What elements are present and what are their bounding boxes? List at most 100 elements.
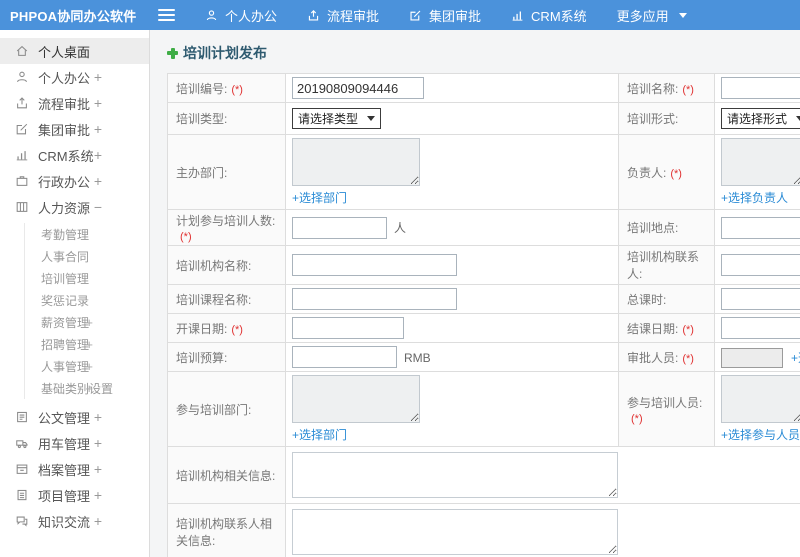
field-label: 审批人员: [627, 350, 679, 365]
sidebar-item-document-mgmt[interactable]: 公文管理 + [0, 404, 149, 430]
sidebar-item-project-mgmt[interactable]: 项目管理 + [0, 482, 149, 508]
expand-icon[interactable]: + [94, 121, 102, 137]
expand-icon[interactable]: + [85, 381, 93, 396]
upload-icon [14, 95, 30, 111]
sidebar-subitem-recruit-mgmt[interactable]: 招聘管理 + [25, 333, 149, 355]
field-label: 负责人: [627, 165, 667, 180]
row-orgname-orgcontact: 培训机构名称: 培训机构联系人: [167, 245, 800, 285]
sidebar-subitem-training-mgmt[interactable]: 培训管理 [25, 267, 149, 289]
topmenu-more-apps[interactable]: 更多应用 [617, 6, 687, 25]
expand-icon[interactable]: + [85, 315, 93, 330]
required-mark: (*) [180, 231, 192, 243]
expand-icon[interactable]: + [94, 461, 102, 477]
sidebar-item-personal-desktop[interactable]: 个人桌面 [0, 38, 149, 64]
field-label: 培训机构联系人: [627, 250, 700, 281]
row-count-location: 计划参与培训人数: (*) 人 培训地点: [167, 209, 800, 246]
bar-chart-icon [511, 9, 524, 22]
expand-icon[interactable]: + [94, 95, 102, 111]
row-joindept-joinpeople: 参与培训部门: +选择部门 参与培训人员: (*) +选择参与人员 [167, 371, 800, 447]
training-type-select[interactable]: 请选择类型 [292, 108, 382, 129]
expand-icon[interactable]: + [94, 435, 102, 451]
sidebar-item-personal-office[interactable]: 个人办公 + [0, 64, 149, 90]
select-join-people-link[interactable]: +选择参与人员 [721, 426, 800, 443]
leader-textarea[interactable] [721, 138, 800, 186]
home-icon [14, 43, 30, 59]
org-name-input[interactable] [292, 254, 457, 276]
org-info-textarea[interactable] [292, 452, 618, 498]
join-people-textarea[interactable] [721, 375, 800, 423]
sidebar-item-knowledge-exchange[interactable]: 知识交流 + [0, 508, 149, 534]
edit-icon [409, 9, 422, 22]
org-contact-input[interactable] [721, 254, 800, 276]
planned-count-input[interactable] [292, 216, 387, 239]
location-input[interactable] [721, 216, 800, 239]
field-label: 培训名称: [627, 81, 679, 96]
select-arrow-icon [367, 116, 376, 121]
topmenu-personal-office[interactable]: 个人办公 [205, 6, 277, 25]
hamburger-icon[interactable] [158, 6, 175, 24]
expand-icon[interactable]: + [85, 359, 93, 374]
top-menu: 个人办公 流程审批 集团审批 CRM系统 更多应用 [205, 6, 687, 25]
end-date-input[interactable] [721, 317, 800, 339]
field-label: 计划参与培训人数: [176, 214, 276, 228]
training-name-input[interactable] [721, 77, 800, 99]
field-label: 总课时: [627, 292, 667, 307]
row-dates: 开课日期: (*) 结课日期: (*) [167, 313, 800, 343]
total-hours-input[interactable] [721, 288, 800, 310]
topmenu-workflow-approval[interactable]: 流程审批 [307, 6, 379, 25]
select-arrow-icon [796, 116, 800, 121]
sidebar-item-archive-mgmt[interactable]: 档案管理 + [0, 456, 149, 482]
training-number-input[interactable] [292, 77, 424, 99]
select-approver-link[interactable]: +选择审批人员 [791, 349, 800, 366]
field-label: 培训机构相关信息: [176, 468, 276, 483]
edit-icon [14, 121, 30, 137]
page-title: 培训计划发布 [167, 43, 800, 63]
select-join-dept-link[interactable]: +选择部门 [292, 426, 347, 443]
sidebar-subitem-personnel-mgmt[interactable]: 人事管理 + [25, 355, 149, 377]
sidebar-subitem-attendance[interactable]: 考勤管理 [25, 223, 149, 245]
sidebar-item-group-approval[interactable]: 集团审批 + [0, 116, 149, 142]
sidebar-item-workflow-approval[interactable]: 流程审批 + [0, 90, 149, 116]
sidebar-item-vehicle-mgmt[interactable]: 用车管理 + [0, 430, 149, 456]
upload-icon [307, 9, 320, 22]
sidebar-item-crm-system[interactable]: CRM系统 + [0, 142, 149, 168]
sidebar-subitem-reward-record[interactable]: 奖惩记录 [25, 289, 149, 311]
field-label: 培训类型: [176, 112, 228, 126]
row-hostdept-leader: 主办部门: +选择部门 负责人: (*) +选择负责人 [167, 134, 800, 210]
topmenu-crm-system[interactable]: CRM系统 [511, 6, 587, 25]
expand-icon[interactable]: + [94, 513, 102, 529]
training-mode-select[interactable]: 请选择形式 [721, 108, 800, 129]
sidebar-subitem-hr-contract[interactable]: 人事合同 [25, 245, 149, 267]
required-mark: (*) [682, 352, 694, 365]
caret-down-icon [678, 12, 687, 18]
expand-icon[interactable]: + [85, 337, 93, 352]
sidebar-subitem-salary-mgmt[interactable]: 薪资管理 + [25, 311, 149, 333]
start-date-input[interactable] [292, 317, 404, 339]
topmenu-group-approval[interactable]: 集团审批 [409, 6, 481, 25]
org-contact-info-textarea[interactable] [292, 509, 618, 555]
field-label: 培训机构联系人相关信息: [176, 517, 273, 548]
field-label: 参与培训人员: [627, 395, 703, 410]
unit-suffix: 人 [394, 221, 407, 235]
approver-input[interactable] [721, 347, 783, 368]
expand-icon[interactable]: + [94, 173, 102, 189]
expand-icon[interactable]: + [94, 409, 102, 425]
expand-icon[interactable]: + [94, 69, 102, 85]
host-dept-textarea[interactable] [292, 138, 420, 186]
select-dept-link[interactable]: +选择部门 [292, 189, 347, 206]
sidebar-item-human-resources[interactable]: 人力资源 − [0, 194, 149, 220]
expand-icon[interactable]: + [94, 487, 102, 503]
field-label: 培训课程名称: [176, 292, 252, 307]
expand-icon[interactable]: + [94, 147, 102, 163]
collapse-icon[interactable]: − [94, 199, 102, 215]
sidebar-subitem-base-category[interactable]: 基础类别设置 + [25, 377, 149, 399]
row-budget-approver: 培训预算: RMB 审批人员:(*) +选择审批人员 [167, 342, 800, 372]
select-leader-link[interactable]: +选择负责人 [721, 189, 788, 206]
budget-input[interactable] [292, 346, 397, 368]
required-mark: (*) [682, 323, 694, 336]
join-dept-textarea[interactable] [292, 375, 420, 423]
currency-suffix: RMB [404, 350, 431, 365]
sidebar-item-admin-office[interactable]: 行政办公 + [0, 168, 149, 194]
plus-icon [167, 47, 178, 59]
course-name-input[interactable] [292, 288, 457, 310]
